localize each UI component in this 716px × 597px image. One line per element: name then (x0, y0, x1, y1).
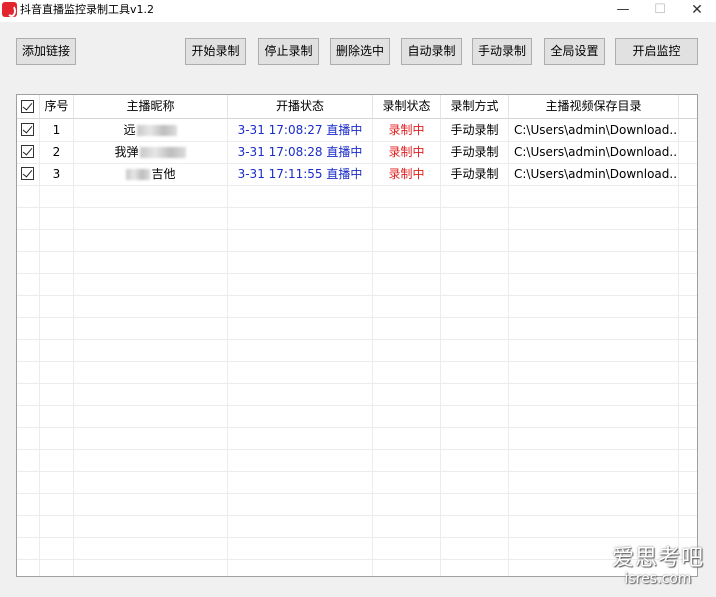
row-checkbox[interactable] (21, 123, 34, 136)
row-streamer-name: 吉他 (74, 163, 227, 185)
streamer-name-visible: 我弹 (114, 145, 139, 159)
row-select-cell[interactable] (17, 119, 39, 141)
row-index: 3 (52, 167, 61, 181)
watermark-main-text: 爱思考吧 (611, 546, 704, 571)
row-record-status: 录制中 (388, 167, 425, 181)
header-record-status[interactable]: 录制状态 (373, 95, 441, 119)
row-record-status: 录制中 (388, 145, 425, 159)
row-save-dir: C:\Users\admin\Download... (514, 145, 678, 159)
delete-selected-button[interactable]: 删除选中 (330, 38, 390, 65)
row-index: 2 (52, 145, 61, 159)
header-streamer[interactable]: 主播昵称 (74, 95, 228, 119)
row-index: 1 (52, 123, 61, 137)
live-start-time: 3-31 17:11:55 (237, 167, 323, 181)
live-state: 直播中 (326, 145, 363, 159)
table-row[interactable]: 3 吉他 3-31 17:11:55 直播中 录制中 手动录制 C:\Users… (17, 163, 697, 185)
manual-record-button[interactable]: 手动录制 (472, 38, 532, 65)
title-bar: 抖音直播监控录制工具v1.2 — ☐ ✕ (0, 0, 716, 22)
row-record-mode: 手动录制 (450, 145, 499, 159)
stop-record-button[interactable]: 停止录制 (258, 38, 319, 65)
douyin-app-icon (2, 2, 17, 17)
redacted-name (139, 147, 186, 158)
streamer-table[interactable]: 序号 主播昵称 开播状态 录制状态 录制方式 主播视频保存目录 1 远 3-31… (16, 94, 698, 577)
streamer-name-visible: 吉他 (151, 167, 176, 181)
site-watermark: 爱思考吧 isres.com (611, 546, 704, 588)
maximize-button[interactable]: ☐ (641, 0, 679, 20)
header-record-mode[interactable]: 录制方式 (441, 95, 509, 119)
streamer-name-visible: 远 (123, 123, 136, 137)
add-link-button[interactable]: 添加链接 (16, 38, 76, 65)
row-checkbox[interactable] (21, 145, 34, 158)
header-live-status[interactable]: 开播状态 (228, 95, 373, 119)
live-start-time: 3-31 17:08:28 (237, 145, 323, 159)
table-row[interactable]: 2 我弹 3-31 17:08:28 直播中 录制中 手动录制 C:\Users… (17, 141, 697, 163)
row-select-cell[interactable] (17, 141, 39, 163)
live-state: 直播中 (326, 123, 363, 137)
header-index[interactable]: 序号 (40, 95, 74, 119)
row-streamer-name: 远 (74, 119, 227, 141)
row-streamer-name: 我弹 (74, 141, 227, 163)
watermark-url: isres.com (624, 571, 692, 587)
live-state: 直播中 (326, 167, 363, 181)
header-select-all[interactable] (17, 95, 40, 119)
row-select-cell[interactable] (17, 163, 39, 185)
live-start-time: 3-31 17:08:27 (237, 123, 323, 137)
redacted-name (136, 125, 177, 136)
row-live-status: 3-31 17:08:28 直播中 (228, 141, 372, 163)
header-filler (679, 95, 697, 119)
row-record-status: 录制中 (388, 123, 425, 137)
start-monitor-button[interactable]: 开启监控 (615, 38, 698, 65)
header-save-dir[interactable]: 主播视频保存目录 (509, 95, 679, 119)
row-checkbox[interactable] (21, 167, 34, 180)
row-live-status: 3-31 17:08:27 直播中 (228, 119, 372, 141)
select-all-checkbox[interactable] (21, 100, 34, 113)
row-save-dir: C:\Users\admin\Download... (514, 167, 678, 181)
minimize-button[interactable]: — (604, 0, 642, 20)
close-button[interactable]: ✕ (678, 0, 716, 20)
row-save-dir: C:\Users\admin\Download... (514, 123, 678, 137)
table-header: 序号 主播昵称 开播状态 录制状态 录制方式 主播视频保存目录 (17, 95, 697, 119)
row-record-mode: 手动录制 (450, 167, 499, 181)
row-live-status: 3-31 17:11:55 直播中 (228, 163, 372, 185)
table-row[interactable]: 1 远 3-31 17:08:27 直播中 录制中 手动录制 C:\Users\… (17, 119, 697, 141)
row-record-mode: 手动录制 (450, 123, 499, 137)
global-settings-button[interactable]: 全局设置 (544, 38, 605, 65)
redacted-name (126, 169, 151, 180)
window-title: 抖音直播监控录制工具v1.2 (20, 3, 155, 16)
start-record-button[interactable]: 开始录制 (185, 38, 246, 65)
auto-record-button[interactable]: 自动录制 (401, 38, 462, 65)
